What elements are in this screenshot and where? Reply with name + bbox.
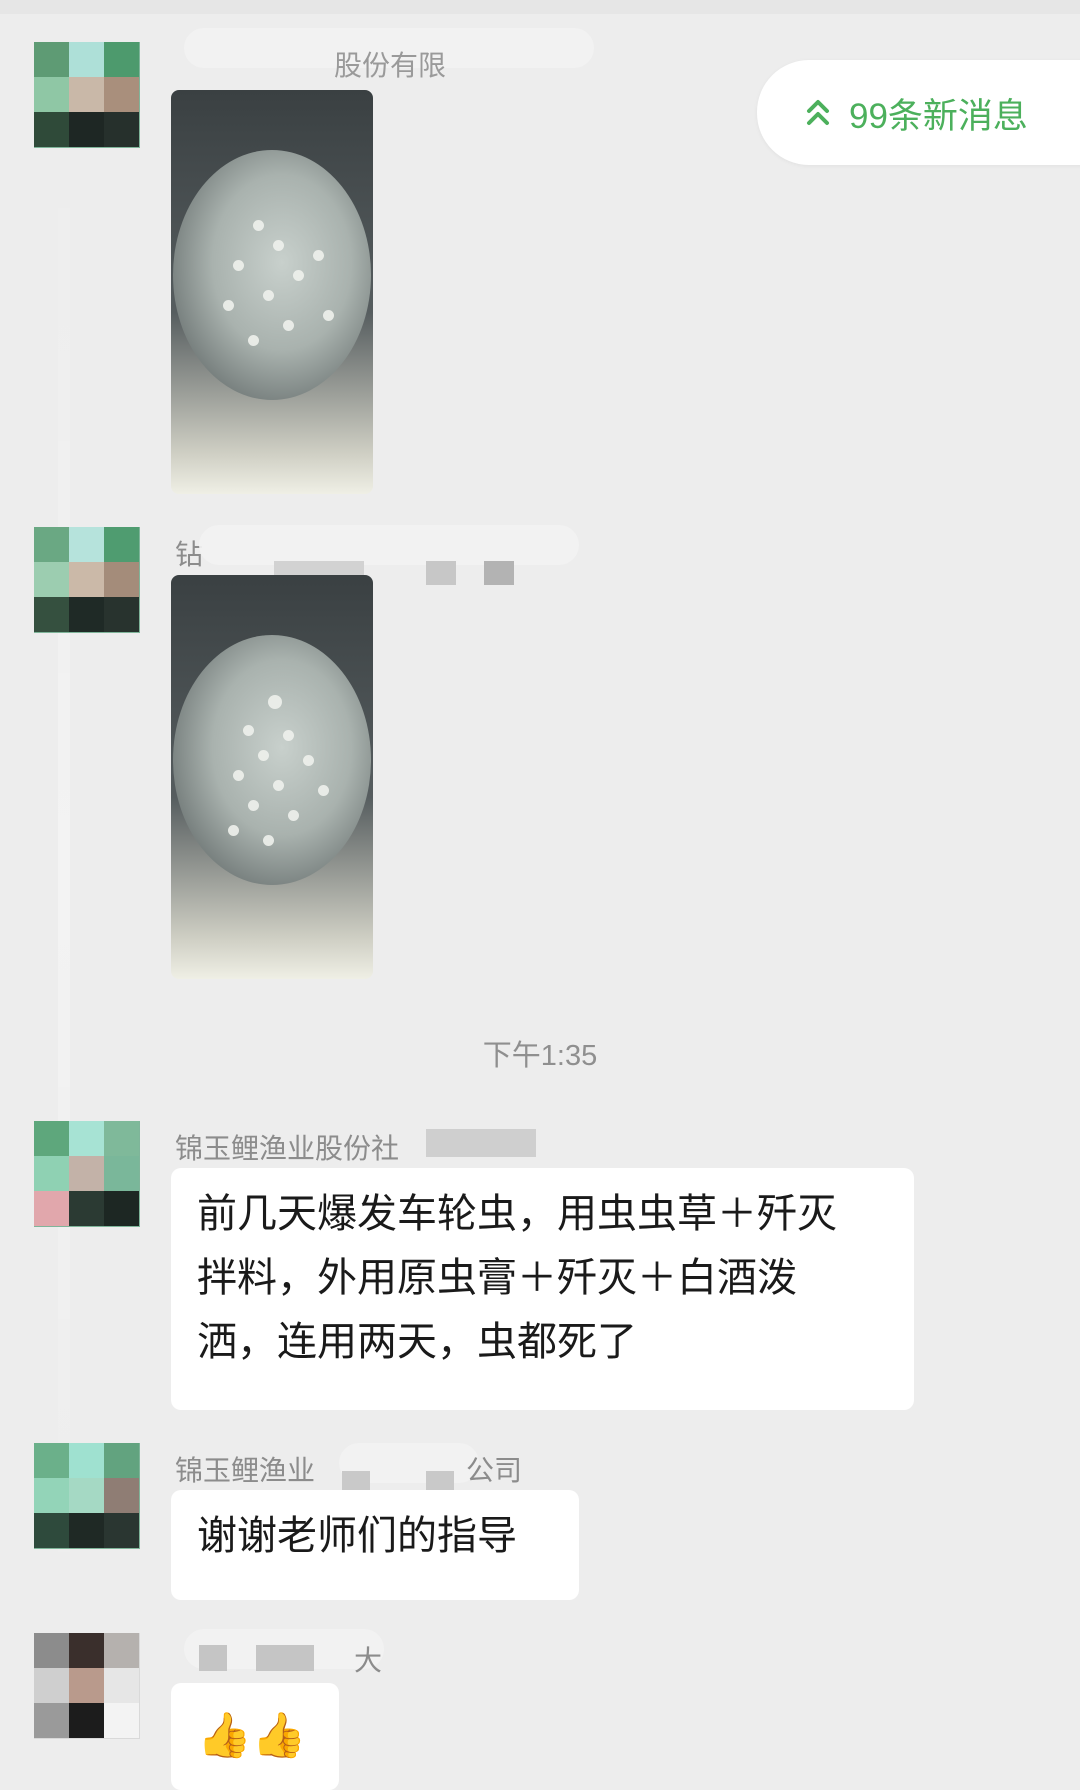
redaction-block	[256, 1645, 314, 1671]
new-messages-label: 99条新消息	[849, 97, 1028, 136]
redaction-block	[426, 1129, 536, 1157]
text-message-bubble[interactable]: 前几天爆发车轮虫，用虫虫草＋歼灭 拌料，外用原虫膏＋歼灭＋白酒泼 洒，连用两天，…	[171, 1168, 914, 1410]
message-item: 锦玉鲤渔业 公司 谢谢老师们的指导	[34, 1443, 1034, 1603]
redaction-block	[199, 1645, 227, 1671]
top-divider	[0, 0, 1080, 14]
image-message[interactable]	[171, 90, 373, 494]
new-messages-button[interactable]: 99条新消息	[757, 60, 1080, 165]
double-chevron-up-icon	[807, 100, 829, 125]
avatar[interactable]	[34, 42, 140, 148]
avatar[interactable]	[34, 1633, 140, 1739]
sender-name-suffix: 公司	[466, 1455, 523, 1486]
chat-screen: 股份有限 钻 下午1:35 锦玉鲤渔业股份社 前几天爆发车轮虫，用虫虫草＋歼灭 …	[0, 0, 1080, 1790]
sender-redaction	[199, 525, 579, 565]
message-line: 拌料，外用原虫膏＋歼灭＋白酒泼	[197, 1256, 797, 1300]
message-line: 谢谢老师们的指导	[197, 1514, 517, 1558]
sender-name: 大	[354, 1645, 383, 1676]
message-item: 大 👍👍	[34, 1629, 1034, 1790]
message-line: 洒，连用两天，虫都死了	[197, 1320, 637, 1364]
message-item: 锦玉鲤渔业股份社 前几天爆发车轮虫，用虫虫草＋歼灭 拌料，外用原虫膏＋歼灭＋白酒…	[34, 1121, 1034, 1421]
thumbs-up-emoji: 👍👍	[197, 1711, 307, 1760]
redaction-block	[484, 561, 514, 585]
avatar[interactable]	[34, 1443, 140, 1549]
sender-name: 锦玉鲤渔业	[175, 1455, 316, 1486]
microscope-view	[173, 635, 371, 885]
avatar[interactable]	[34, 1121, 140, 1227]
message-line: 前几天爆发车轮虫，用虫虫草＋歼灭	[197, 1192, 837, 1236]
sender-name: 锦玉鲤渔业股份社	[175, 1133, 400, 1164]
emoji-message-bubble[interactable]: 👍👍	[171, 1683, 339, 1790]
sender-name: 股份有限	[334, 50, 447, 81]
text-message-bubble[interactable]: 谢谢老师们的指导	[171, 1490, 579, 1600]
image-message[interactable]	[171, 575, 373, 979]
avatar[interactable]	[34, 527, 140, 633]
microscope-view	[173, 150, 371, 400]
message-item: 钻	[34, 525, 1034, 987]
timestamp: 下午1:35	[482, 1040, 598, 1072]
redaction-block	[426, 561, 456, 585]
